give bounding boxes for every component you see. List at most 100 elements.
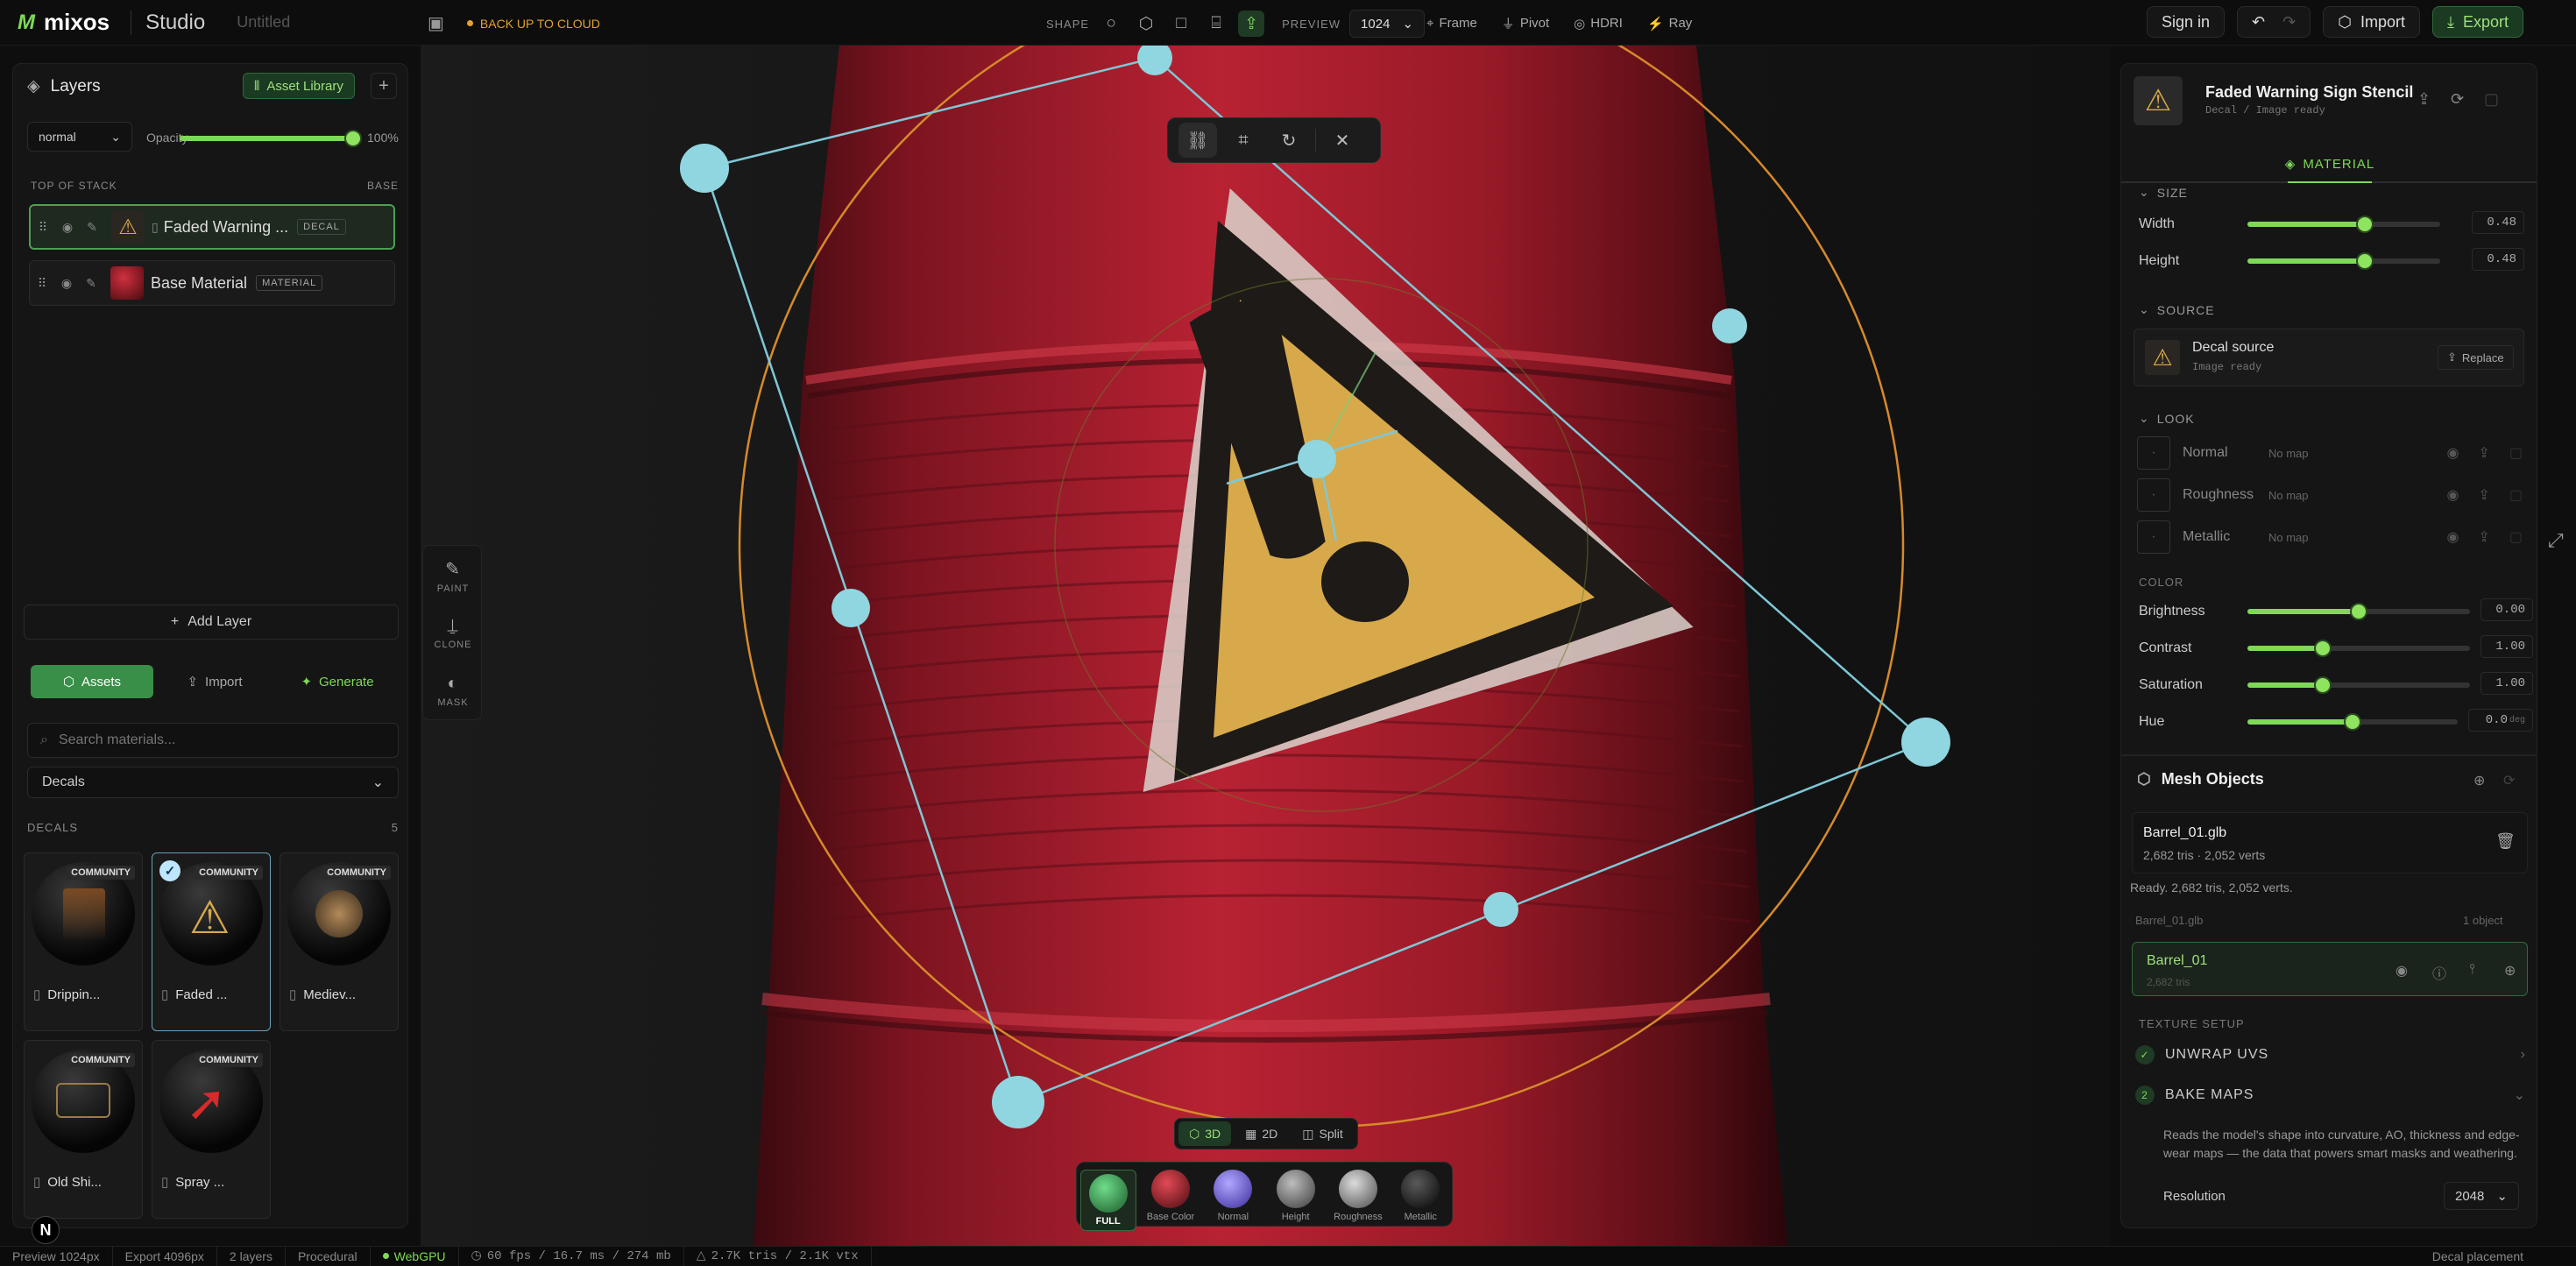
view-mode-2d[interactable]: ▦ 2D (1235, 1121, 1288, 1146)
delete-icon[interactable]: ▢ (2509, 528, 2523, 546)
plane-icon[interactable]: □ (1168, 11, 1194, 37)
channel-normal[interactable]: Normal (1205, 1170, 1261, 1222)
saturation-knob[interactable] (2314, 676, 2332, 694)
sign-in-button[interactable]: Sign in (2147, 6, 2226, 38)
undo-icon[interactable]: ↶ (2252, 13, 2265, 32)
asset-card[interactable]: COMMUNITY ▯ Old Shi... (24, 1040, 143, 1219)
sphere-icon[interactable]: ○ (1098, 11, 1124, 37)
mask-tool[interactable]: ◐ MASK (423, 674, 483, 708)
channel-height[interactable]: Height (1268, 1170, 1324, 1222)
size-section[interactable]: ⌄ SIZE (2139, 185, 2188, 200)
blend-mode-select[interactable]: normal ⌄ (27, 122, 132, 152)
viewport-3d[interactable]: ⛓ ⌗ ↻ ✕ ⬡ 3D ▦ 2D ◫ Split FULL Base Color N… (421, 46, 2110, 1246)
tune-icon[interactable]: ⫯ (2469, 962, 2475, 978)
eye-icon[interactable]: ◉ (55, 220, 80, 235)
target-icon[interactable]: ⊕ (2504, 962, 2516, 980)
asset-card[interactable]: ⚠ COMMUNITY ✓ ▯ Faded ... (152, 852, 271, 1031)
tab-generate[interactable]: ✦ Generate (276, 665, 399, 698)
eye-icon[interactable]: ◉ (2396, 962, 2408, 980)
brush-icon[interactable]: ✎ (80, 220, 104, 235)
hue-slider[interactable] (2247, 713, 2458, 731)
expand-icon[interactable]: ⤢ (2548, 529, 2564, 552)
view-mode-split[interactable]: ◫ Split (1292, 1121, 1353, 1146)
trash-icon[interactable]: 🗑 (2495, 832, 2516, 851)
channel-roughness[interactable]: Roughness (1330, 1170, 1386, 1222)
link-icon[interactable]: ⛓ (1178, 123, 1217, 158)
save-icon[interactable]: ▣ (428, 12, 444, 34)
target-icon[interactable]: ⊕ (2473, 772, 2485, 789)
asset-card[interactable]: ➚ COMMUNITY ▯ Spray ... (152, 1040, 271, 1219)
tab-assets[interactable]: ⬡ Assets (31, 665, 153, 698)
hue-field[interactable]: 0.0 deg (2468, 709, 2533, 732)
channel-base-color[interactable]: Base Color (1143, 1170, 1199, 1222)
upload-icon[interactable]: ⇪ (2478, 444, 2489, 462)
pivot-button[interactable]: ⏚ Pivot (1502, 14, 1549, 32)
share-icon[interactable]: ⇪ (2417, 90, 2431, 109)
brightness-knob[interactable] (2350, 603, 2367, 620)
channel-full[interactable]: FULL (1079, 1170, 1136, 1231)
import-button[interactable]: ⬡ Import (2323, 6, 2420, 38)
frame-button[interactable]: ⌖ Frame (1426, 16, 1477, 31)
tab-material[interactable]: ◈ MATERIAL (2121, 146, 2537, 183)
visibility-icon[interactable]: ◉ (2447, 528, 2459, 546)
add-icon[interactable]: + (371, 73, 397, 99)
info-icon[interactable]: ⓘ (2432, 962, 2446, 983)
ray-button[interactable]: ⚡ Ray (1647, 16, 1692, 32)
contrast-knob[interactable] (2314, 640, 2332, 657)
height-knob[interactable] (2356, 252, 2374, 270)
channel-metallic[interactable]: Metallic (1392, 1170, 1448, 1222)
visibility-icon[interactable]: ◉ (2447, 486, 2459, 504)
width-slider[interactable] (2247, 216, 2440, 233)
delete-icon[interactable]: ▢ (2509, 444, 2523, 462)
tab-import[interactable]: ⇪ Import (153, 665, 276, 698)
look-section[interactable]: ⌄ LOOK (2139, 411, 2195, 426)
asset-library-button[interactable]: ⫴ Asset Library (243, 73, 355, 99)
upload-icon[interactable]: ⇪ (2478, 486, 2489, 504)
refresh-icon[interactable]: ⟳ (2503, 772, 2515, 789)
resolution-select[interactable]: 2048 ⌄ (2444, 1182, 2519, 1210)
delete-icon[interactable]: ▢ (2509, 486, 2523, 504)
upload-mesh-icon[interactable]: ⇪ (1238, 11, 1265, 37)
document-title[interactable]: Untitled (237, 13, 290, 32)
reset-rotation-icon[interactable]: ↻ (1270, 123, 1308, 158)
eye-icon[interactable]: ◉ (54, 276, 79, 291)
upload-icon[interactable]: ⇪ (2478, 528, 2489, 546)
export-button[interactable]: ⤓ Export (2431, 6, 2523, 38)
view-mode-3d[interactable]: ⬡ 3D (1178, 1121, 1232, 1146)
saturation-value[interactable]: 1.00 (2480, 672, 2533, 695)
layer-row-material[interactable]: ⠿ ◉ ✎ Base Material MATERIAL (29, 260, 395, 306)
source-section[interactable]: ⌄ SOURCE (2139, 302, 2215, 317)
drag-handle-icon[interactable]: ⠿ (30, 276, 54, 291)
cube-icon[interactable]: ⬡ (1133, 11, 1159, 37)
backup-cloud-button[interactable]: BACK UP TO CLOUD (466, 17, 600, 31)
visibility-icon[interactable]: ◉ (2447, 444, 2459, 462)
replace-button[interactable]: ⇪ Replace (2438, 345, 2514, 370)
delete-icon[interactable]: ▢ (2484, 90, 2499, 109)
paint-tool[interactable]: ✎ PAINT (423, 558, 483, 594)
opacity-knob[interactable] (344, 130, 362, 147)
category-select[interactable]: Decals ⌄ (27, 767, 399, 798)
contrast-value[interactable]: 1.00 (2480, 635, 2533, 658)
mesh-object-row[interactable]: Barrel_01 2,682 tris ◉ ⓘ ⫯ ⊕ (2132, 942, 2528, 996)
refresh-icon[interactable]: ⟳ (2451, 90, 2464, 109)
asset-card[interactable]: COMMUNITY ▯ Drippin... (24, 852, 143, 1031)
map-slot[interactable]: · (2137, 520, 2170, 554)
bake-maps-step[interactable]: 2 BAKE MAPS ⌄ (2135, 1086, 2526, 1105)
search-input[interactable] (58, 732, 374, 748)
cylinder-icon[interactable]: ⌸ (1203, 11, 1229, 37)
height-value[interactable]: 0.48 (2472, 248, 2524, 271)
preview-select[interactable]: 1024 ⌄ (1349, 10, 1426, 38)
opacity-slider[interactable] (180, 130, 362, 147)
saturation-slider[interactable] (2247, 676, 2470, 694)
layer-row-decal[interactable]: ⠿ ◉ ✎ ⚠ ▯ Faded Warning ... DECAL (29, 204, 395, 250)
drag-handle-icon[interactable]: ⠿ (31, 220, 55, 235)
brightness-value[interactable]: 0.00 (2480, 598, 2533, 621)
width-knob[interactable] (2356, 216, 2374, 233)
close-icon[interactable]: ✕ (1323, 123, 1362, 158)
width-value[interactable]: 0.48 (2472, 211, 2524, 234)
add-layer-button[interactable]: + Add Layer (24, 605, 399, 640)
frame-fit-icon[interactable]: ⌗ (1224, 123, 1263, 158)
contrast-slider[interactable] (2247, 640, 2470, 657)
unwrap-uvs-step[interactable]: ✓ UNWRAP UVS › (2135, 1045, 2526, 1064)
asset-card[interactable]: COMMUNITY ▯ Mediev... (280, 852, 399, 1031)
